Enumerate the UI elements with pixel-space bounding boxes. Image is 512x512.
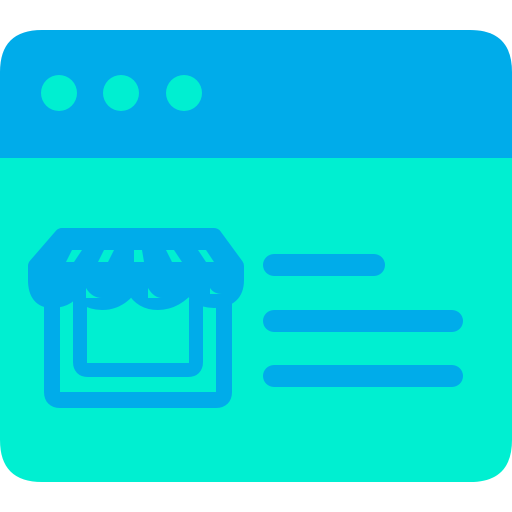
web-store-illustration [0,0,512,512]
window-dot-3 [166,75,202,111]
storefront-awning [28,228,244,310]
window-dot-2 [103,75,139,111]
browser-window-store-icon [0,30,512,482]
window-dot-1 [41,75,77,111]
